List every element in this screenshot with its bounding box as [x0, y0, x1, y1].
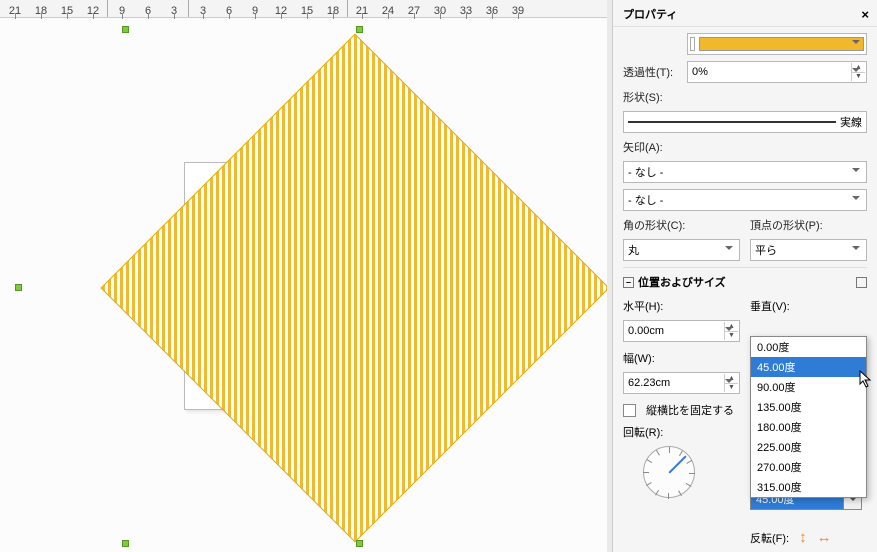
- scroll-gutter[interactable]: [607, 0, 613, 552]
- selection-handle[interactable]: [15, 284, 22, 291]
- spin-down-icon[interactable]: ▼: [851, 73, 865, 82]
- corner-select[interactable]: 丸: [623, 239, 740, 261]
- vertex-select[interactable]: 平ら: [750, 239, 867, 261]
- rotation-option[interactable]: 0.00度: [751, 337, 866, 357]
- rotation-dropdown-popup[interactable]: 0.00度45.00度90.00度135.00度180.00度225.00度27…: [750, 336, 867, 498]
- section-title: 位置およびサイズ: [638, 274, 726, 290]
- selection-handle[interactable]: [356, 540, 363, 547]
- spin-up-icon[interactable]: ▲: [851, 63, 865, 73]
- keep-ratio-checkbox[interactable]: [623, 404, 636, 417]
- selection-handle[interactable]: [356, 26, 363, 33]
- rotation-option[interactable]: 90.00度: [751, 377, 866, 397]
- section-more-icon[interactable]: [856, 277, 867, 288]
- section-collapse-icon[interactable]: –: [623, 277, 634, 288]
- rotation-option[interactable]: 45.00度: [751, 357, 866, 377]
- spin-down-icon[interactable]: ▼: [724, 332, 738, 341]
- shape-label: 形状(S):: [623, 89, 681, 105]
- flip-horizontal-icon[interactable]: ↔: [817, 529, 832, 546]
- spin-down-icon[interactable]: ▼: [724, 384, 738, 393]
- horizontal-input[interactable]: 0.00cm ▲▼: [623, 320, 740, 342]
- rotation-dial[interactable]: [643, 446, 695, 498]
- rotation-option[interactable]: 225.00度: [751, 437, 866, 457]
- arrow-end-select[interactable]: - なし -: [623, 189, 867, 211]
- flip-vertical-icon[interactable]: ↕: [799, 529, 807, 546]
- horizontal-label: 水平(H):: [623, 298, 663, 314]
- arrow-start-select[interactable]: - なし -: [623, 161, 867, 183]
- vertical-label: 垂直(V):: [750, 298, 790, 314]
- color-swatch: [699, 37, 864, 51]
- rotation-option[interactable]: 315.00度: [751, 477, 866, 497]
- rotation-option[interactable]: 270.00度: [751, 457, 866, 477]
- spin-up-icon[interactable]: ▲: [724, 322, 738, 332]
- rotation-option[interactable]: 135.00度: [751, 397, 866, 417]
- spin-up-icon[interactable]: ▲: [724, 374, 738, 384]
- width-input[interactable]: 62.23cm ▲▼: [623, 372, 740, 394]
- vertex-label: 頂点の形状(P):: [750, 217, 850, 233]
- rotation-option[interactable]: 180.00度: [751, 417, 866, 437]
- arrows-label: 矢印(A):: [623, 139, 681, 155]
- line-style-select[interactable]: 実線: [623, 111, 867, 133]
- rotation-label: 回転(R):: [623, 424, 663, 440]
- transparency-label: 透過性(T):: [623, 64, 681, 80]
- line-preview: [628, 121, 836, 123]
- selection-handle[interactable]: [122, 540, 129, 547]
- horizontal-ruler: 21181512 963 369121518 21242730333639: [0, 0, 612, 18]
- rotated-square-shape[interactable]: [100, 33, 609, 542]
- panel-title: プロパティ: [623, 6, 677, 22]
- selection-handle[interactable]: [122, 26, 129, 33]
- width-label: 幅(W):: [623, 350, 655, 366]
- canvas-area[interactable]: 21181512 963 369121518 21242730333639: [0, 0, 612, 552]
- color-select[interactable]: [687, 33, 867, 55]
- corner-label: 角の形状(C):: [623, 217, 723, 233]
- close-icon[interactable]: ×: [861, 7, 869, 22]
- flip-label: 反転(F):: [750, 530, 789, 546]
- keep-ratio-label: 縦横比を固定する: [646, 402, 734, 418]
- cursor-icon: [859, 370, 873, 391]
- transparency-input[interactable]: 0% ▲▼: [687, 61, 867, 83]
